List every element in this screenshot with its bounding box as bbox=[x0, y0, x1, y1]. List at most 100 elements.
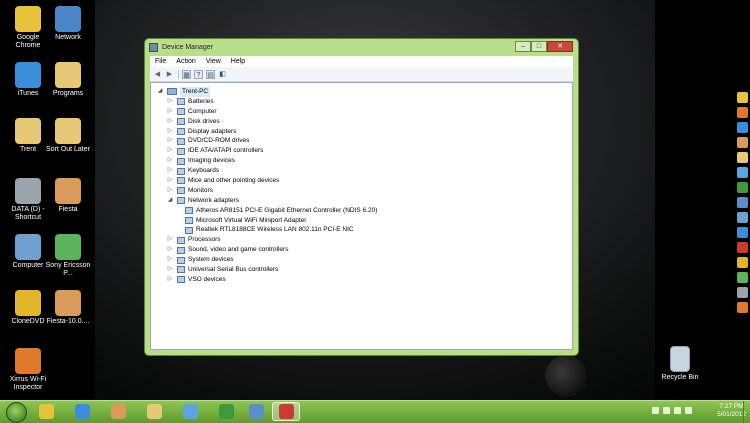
desktop-icon[interactable]: Sony Ericsson P... bbox=[44, 234, 92, 278]
clock[interactable]: 7:27 PM 5/01/2012 bbox=[717, 403, 746, 419]
expander-icon[interactable]: ▷ bbox=[167, 146, 173, 156]
expander-icon[interactable]: ▷ bbox=[167, 97, 173, 107]
remote-desktop-icon[interactable] bbox=[737, 197, 748, 208]
device-manager-window[interactable]: Device Manager – □ ✕ File Action View He… bbox=[144, 38, 579, 356]
start-button[interactable] bbox=[6, 402, 27, 423]
tree-device[interactable]: Microsoft Virtual WiFi Miniport Adapter bbox=[157, 216, 377, 226]
tree-category[interactable]: ▷ System devices bbox=[157, 255, 377, 265]
device-category-icon bbox=[177, 98, 185, 106]
computer-icon[interactable] bbox=[737, 212, 748, 223]
tree-category[interactable]: ▷ Mice and other pointing devices bbox=[157, 176, 377, 186]
desktop-icon[interactable]: Xirrus Wi-Fi Inspector bbox=[4, 348, 52, 392]
expander-icon[interactable]: ▷ bbox=[167, 127, 173, 137]
taskbar-item[interactable] bbox=[212, 402, 240, 421]
tree-category[interactable]: ▷ Processors bbox=[157, 235, 377, 245]
help-icon[interactable]: ? bbox=[194, 69, 203, 79]
window-controls: – □ ✕ bbox=[515, 41, 573, 52]
tray-volume-icon[interactable] bbox=[685, 407, 692, 414]
taskbar-item[interactable] bbox=[104, 402, 132, 421]
desktop-icon[interactable]: Fiesta bbox=[44, 178, 92, 214]
expander-icon[interactable]: ▷ bbox=[167, 265, 173, 275]
tree-category[interactable]: ▷ VSO devices bbox=[157, 275, 377, 285]
folder-icon bbox=[55, 118, 81, 144]
show-desktop-button[interactable] bbox=[743, 401, 750, 423]
expander-icon[interactable]: ▷ bbox=[167, 107, 173, 117]
expander-icon[interactable]: ▷ bbox=[167, 166, 173, 176]
tree-category[interactable]: ▷ Disk drives bbox=[157, 117, 377, 127]
desktop-icon[interactable]: Programs bbox=[44, 62, 92, 98]
dvd-icon[interactable] bbox=[737, 257, 748, 268]
tree-category[interactable]: ▷ Computer bbox=[157, 107, 377, 117]
forward-icon[interactable]: ▶ bbox=[165, 70, 174, 79]
tree-category[interactable]: ▷ Universal Serial Bus controllers bbox=[157, 265, 377, 275]
back-icon[interactable]: ◀ bbox=[153, 70, 162, 79]
desktop-icon[interactable]: Sort Out Later bbox=[44, 118, 92, 154]
folder-icon[interactable] bbox=[737, 152, 748, 163]
background-planet bbox=[545, 355, 587, 397]
desktop-icon[interactable]: Network bbox=[44, 6, 92, 42]
close-button[interactable]: ✕ bbox=[547, 41, 573, 52]
tree-device[interactable]: Realtek RTL8188CE Wireless LAN 802.11n P… bbox=[157, 225, 377, 235]
title-bar[interactable]: Device Manager bbox=[145, 39, 578, 56]
maximize-button[interactable]: □ bbox=[531, 41, 547, 52]
taskbar-item[interactable] bbox=[140, 402, 168, 421]
menu-file[interactable]: File bbox=[150, 58, 171, 65]
drive-icon[interactable] bbox=[737, 287, 748, 298]
expander-icon[interactable]: ▷ bbox=[167, 275, 173, 285]
expander-icon[interactable]: ▷ bbox=[167, 136, 173, 146]
tree-category[interactable]: ▷ Imaging devices bbox=[157, 156, 377, 166]
expander-icon[interactable]: ▷ bbox=[167, 156, 173, 166]
utorrent-icon[interactable] bbox=[737, 182, 748, 193]
expander-icon[interactable]: ◢ bbox=[157, 87, 163, 97]
expander-icon[interactable]: ▷ bbox=[167, 117, 173, 127]
menu-help[interactable]: Help bbox=[226, 58, 250, 65]
taskbar-item[interactable] bbox=[272, 402, 300, 421]
app-icon[interactable] bbox=[737, 242, 748, 253]
expander-icon[interactable]: ▷ bbox=[167, 186, 173, 196]
menu-view[interactable]: View bbox=[201, 58, 226, 65]
skype-icon[interactable] bbox=[737, 227, 748, 238]
desktop-icon[interactable]: Fiesta-10.0.... bbox=[44, 290, 92, 326]
tree-category[interactable]: ▷ DVD/CD-ROM drives bbox=[157, 136, 377, 146]
chrome-icon[interactable] bbox=[737, 92, 748, 103]
expander-icon[interactable]: ◢ bbox=[167, 196, 173, 206]
tree-item-label: Microsoft Virtual WiFi Miniport Adapter bbox=[196, 216, 307, 224]
itunes-icon[interactable] bbox=[737, 122, 748, 133]
window-title: Device Manager bbox=[162, 44, 213, 51]
recycle-bin[interactable]: Recycle Bin bbox=[656, 346, 704, 382]
tree-item-label: Processors bbox=[188, 236, 221, 244]
properties-icon[interactable]: ▦ bbox=[182, 69, 191, 79]
tree-device[interactable]: Atheros AR8151 PCI-E Gigabit Ethernet Co… bbox=[157, 206, 377, 216]
tray-arrow-icon[interactable] bbox=[652, 407, 659, 414]
tree-category[interactable]: ▷ Keyboards bbox=[157, 166, 377, 176]
expander-icon[interactable]: ▷ bbox=[167, 245, 173, 255]
expander-icon[interactable]: ▷ bbox=[167, 255, 173, 265]
menu-action[interactable]: Action bbox=[171, 58, 200, 65]
tree-category[interactable]: ▷ Monitors bbox=[157, 186, 377, 196]
tree-item-label: Mice and other pointing devices bbox=[188, 177, 280, 185]
minimize-button[interactable]: – bbox=[515, 41, 531, 52]
expander-icon[interactable]: ▷ bbox=[167, 235, 173, 245]
scan-hardware-icon[interactable]: ◧ bbox=[218, 70, 227, 79]
taskbar-item[interactable] bbox=[242, 402, 270, 421]
messenger-icon[interactable] bbox=[737, 167, 748, 178]
tree-category[interactable]: ▷ IDE ATA/ATAPI controllers bbox=[157, 146, 377, 156]
fiesta-icon[interactable] bbox=[737, 137, 748, 148]
taskbar-item[interactable] bbox=[68, 402, 96, 421]
phone-icon[interactable] bbox=[737, 272, 748, 283]
tray-flag-icon[interactable] bbox=[663, 407, 670, 414]
show-hidden-icon[interactable]: ▤ bbox=[206, 69, 215, 79]
taskbar-item[interactable] bbox=[176, 402, 204, 421]
tree-category[interactable]: ▷ Sound, video and game controllers bbox=[157, 245, 377, 255]
chrome-icon bbox=[15, 6, 41, 32]
tree-category[interactable]: ▷ Batteries bbox=[157, 97, 377, 107]
device-tree-pane[interactable]: ◢ Trent-PC ▷ Batteries ▷ Computer ▷ Disk drives… bbox=[150, 82, 573, 350]
taskbar-item[interactable] bbox=[32, 402, 60, 421]
wifi-icon[interactable] bbox=[737, 302, 748, 313]
expander-icon[interactable]: ▷ bbox=[167, 176, 173, 186]
tree-category[interactable]: ◢ Network adapters bbox=[157, 196, 377, 206]
tree-category[interactable]: ▷ Display adapters bbox=[157, 127, 377, 137]
tray-network-icon[interactable] bbox=[674, 407, 681, 414]
firefox-icon[interactable] bbox=[737, 107, 748, 118]
tree-root[interactable]: ◢ Trent-PC bbox=[157, 87, 377, 97]
